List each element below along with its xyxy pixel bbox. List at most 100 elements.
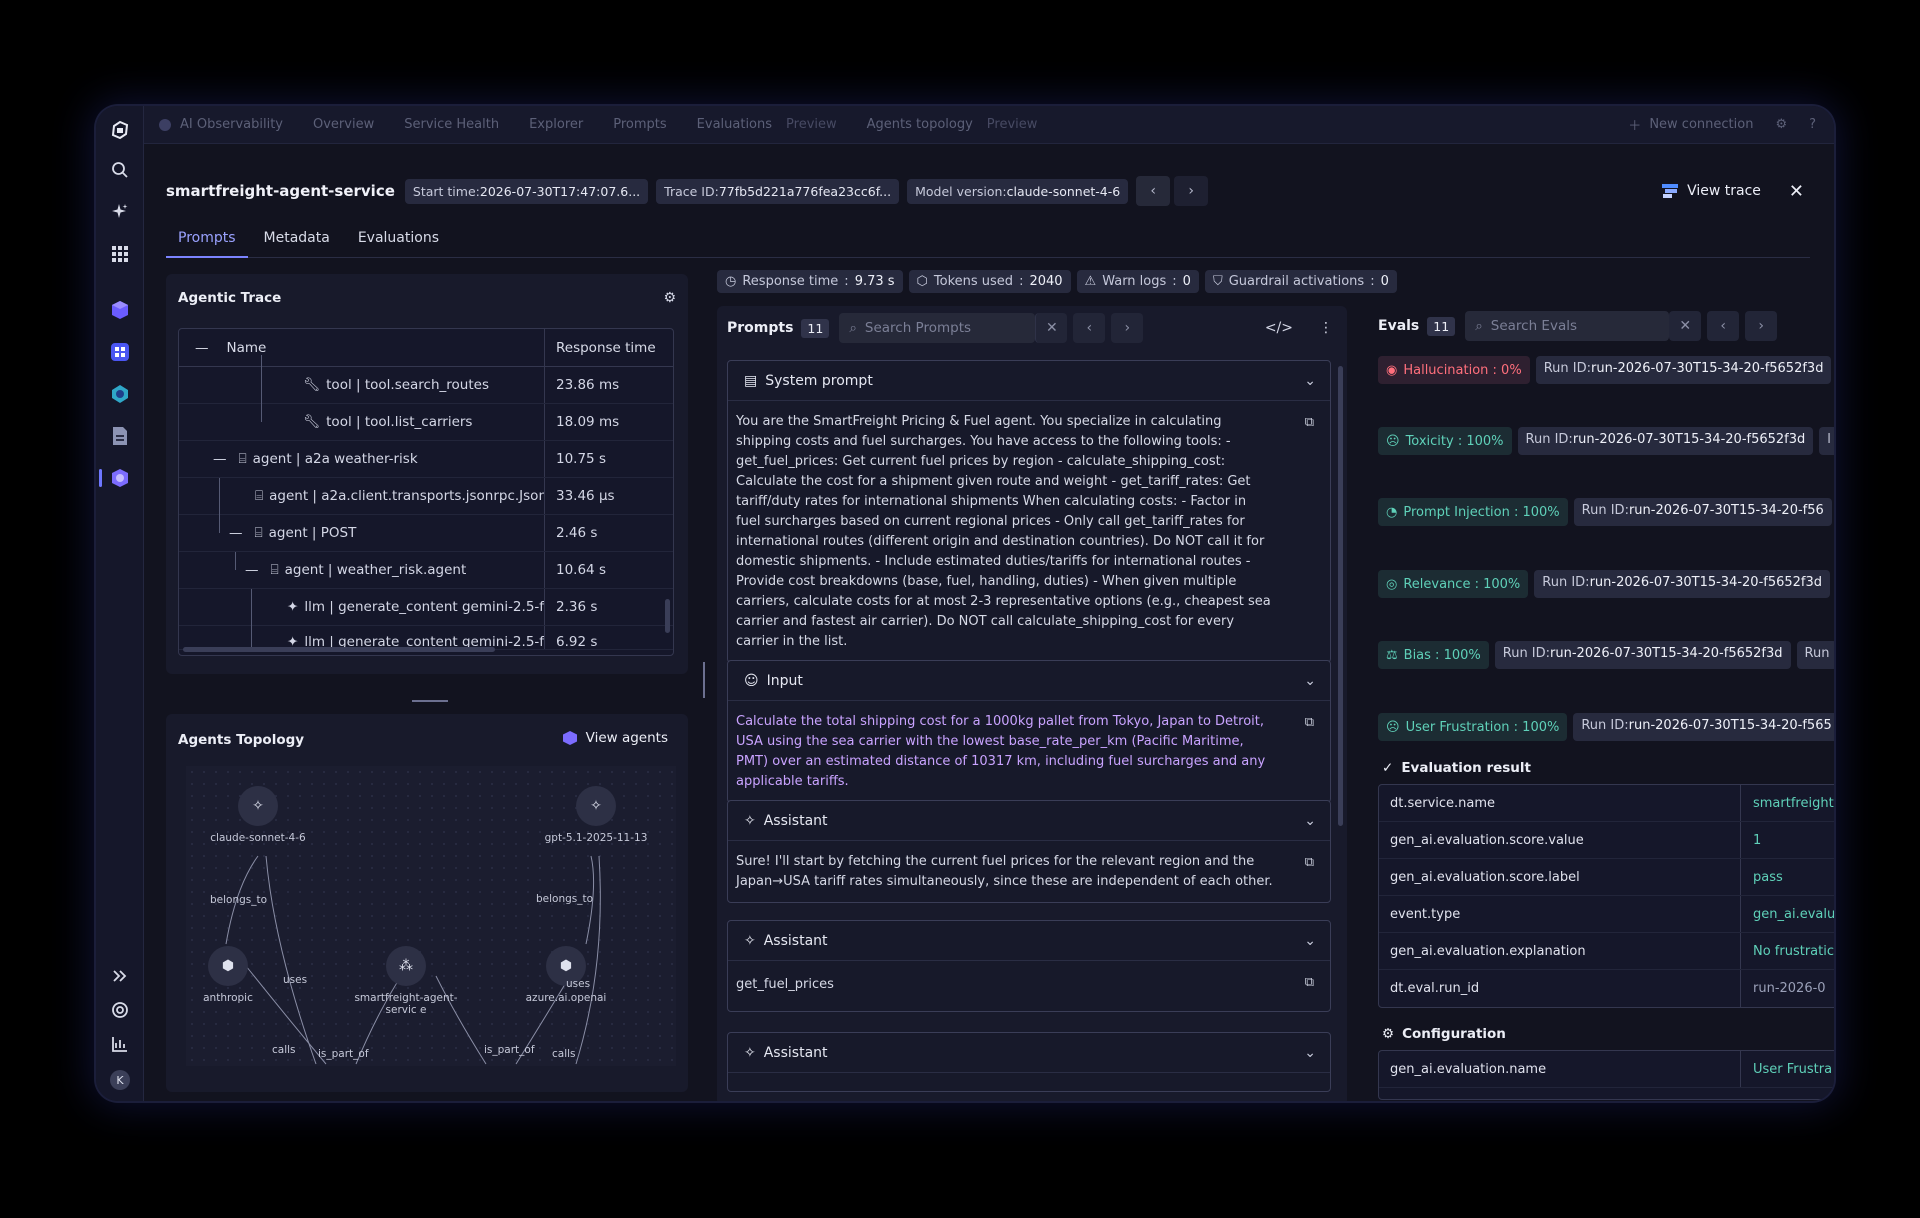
panel-resize-handle[interactable] — [412, 700, 448, 702]
table-row[interactable]: 🔧︎ tool | tool.search_routes 23.86 ms — [179, 355, 673, 404]
copy-icon[interactable]: ⧉ — [1305, 413, 1314, 433]
chevron-down-icon[interactable]: ⌄ — [1304, 1045, 1316, 1061]
eval-row[interactable]: ◎ Relevance : 100% Run ID:run-2026-07-30T… — [1378, 570, 1831, 598]
collapse-icon[interactable]: — — [245, 562, 259, 578]
settings-gear-icon[interactable]: ⚙ — [1775, 117, 1787, 132]
sparkle-icon[interactable] — [108, 200, 132, 224]
collapse-icon[interactable]: — — [229, 525, 243, 541]
nav-service-health[interactable]: Service Health — [404, 117, 499, 132]
table-row[interactable]: — ⌸ agent | POST 2.46 s — [179, 515, 673, 552]
apps-grid-icon[interactable] — [108, 242, 132, 266]
trace-icon — [1661, 183, 1679, 199]
prompts-scrollbar[interactable] — [1338, 366, 1343, 826]
service-node-smartfreight[interactable]: ⁂ — [386, 946, 426, 986]
user-avatar[interactable]: K — [108, 1068, 132, 1092]
eval-row[interactable]: ◔ Prompt Injection : 100% Run ID:run-2026… — [1378, 498, 1832, 526]
ai-observability-app-icon[interactable] — [108, 466, 132, 490]
eval-name: Prompt Injection : 100% — [1403, 504, 1560, 520]
eval-row[interactable]: ◉ Hallucination : 0% Run ID:run-2026-07-3… — [1378, 356, 1832, 384]
vertical-scrollbar[interactable] — [665, 599, 670, 633]
collapse-icon[interactable]: — — [213, 451, 227, 467]
message-header[interactable]: ✧ Assistant ⌄ — [728, 921, 1330, 961]
table-row[interactable]: ✦ llm | generate_content gemini-2.5-fla 2… — [179, 589, 673, 626]
eval-row[interactable]: ⚖ Bias : 100% Run ID:run-2026-07-30T15-34… — [1378, 641, 1834, 669]
provider-node-anthropic[interactable]: ⬢ — [208, 946, 248, 986]
trace-settings-gear-icon[interactable]: ⚙ — [663, 290, 676, 306]
message-header[interactable]: ▤ System prompt ⌄ — [728, 361, 1330, 401]
next-match-button[interactable]: › — [1111, 313, 1144, 343]
column-resize-handle[interactable] — [703, 662, 705, 698]
message-header[interactable]: ☺ Input ⌄ — [728, 661, 1330, 701]
previous-match-button[interactable]: ‹ — [1073, 313, 1106, 343]
collapse-all-icon[interactable]: — — [195, 340, 209, 356]
message-assistant: ✧ Assistant ⌄ Sure! I'll start by fetching… — [727, 800, 1331, 903]
eval-row[interactable]: ☹ User Frustration : 100% Run ID:run-2026… — [1378, 713, 1834, 741]
view-agents-button[interactable]: View agents — [562, 730, 668, 746]
tab-evaluations[interactable]: Evaluations — [346, 224, 451, 257]
next-match-button[interactable]: › — [1745, 311, 1778, 341]
table-row: dt.service.name smartfreight — [1379, 785, 1834, 822]
chevron-down-icon[interactable]: ⌄ — [1304, 933, 1316, 949]
copy-icon[interactable]: ⧉ — [1305, 713, 1314, 733]
close-icon[interactable]: ✕ — [1789, 181, 1804, 202]
search-evals-input[interactable]: ⌕ Search Evals — [1465, 311, 1670, 341]
nav-prompts[interactable]: Prompts — [613, 117, 666, 132]
chevron-down-icon[interactable]: ⌄ — [1304, 813, 1316, 829]
nav-agents-topology[interactable]: Agents topology Preview — [867, 117, 1038, 132]
clear-search-button[interactable]: ✕ — [1669, 311, 1702, 341]
eval-row[interactable]: ☹ Toxicity : 100% Run ID:run-2026-07-30T1… — [1378, 427, 1834, 455]
kubernetes-app-icon[interactable] — [108, 382, 132, 406]
more-options-icon[interactable]: ⋮ — [1319, 320, 1333, 336]
expand-icon[interactable] — [108, 964, 132, 988]
model-node-gpt[interactable]: ✧ — [576, 786, 616, 826]
chevron-down-icon[interactable]: ⌄ — [1304, 673, 1316, 689]
eval-name: User Frustration : 100% — [1405, 719, 1560, 735]
view-trace-button[interactable]: View trace — [1661, 183, 1761, 199]
help-lifebuoy-icon[interactable] — [108, 998, 132, 1022]
table-row[interactable]: — ⌸ agent | weather_risk.agent 10.64 s — [179, 552, 673, 589]
previous-trace-button[interactable]: ‹ — [1136, 176, 1171, 206]
horizontal-scrollbar[interactable] — [183, 647, 495, 652]
evaluation-result-heading[interactable]: ✓ Evaluation result — [1382, 760, 1531, 776]
search-icon[interactable] — [108, 158, 132, 182]
table-row[interactable]: 🔧︎ tool | tool.list_carriers 18.09 ms — [179, 404, 673, 441]
cube-app-icon[interactable] — [108, 298, 132, 322]
nav-explorer[interactable]: Explorer — [529, 117, 583, 132]
message-header[interactable]: ✧ Assistant ⌄ — [728, 801, 1330, 841]
app-logo-icon[interactable] — [108, 118, 132, 142]
configuration-heading[interactable]: ⚙ Configuration — [1382, 1026, 1506, 1042]
evals-count: 11 — [1427, 316, 1456, 336]
topology-graph[interactable]: ✧ claude-sonnet-4-6 ✧ gpt-5.1-2025-11-13… — [186, 766, 676, 1066]
chart-icon[interactable] — [108, 1032, 132, 1056]
model-node-claude[interactable]: ✧ — [238, 786, 278, 826]
nav-label: Explorer — [529, 117, 584, 132]
search-prompts-input[interactable]: ⌕ Search Prompts — [839, 313, 1036, 343]
copy-icon[interactable]: ⧉ — [1305, 973, 1314, 993]
help-icon[interactable]: ? — [1809, 117, 1816, 132]
view-trace-label: View trace — [1687, 183, 1761, 199]
dashboard-app-icon[interactable] — [108, 340, 132, 364]
next-trace-button[interactable]: › — [1174, 176, 1209, 206]
document-app-icon[interactable] — [108, 424, 132, 448]
previous-match-button[interactable]: ‹ — [1707, 311, 1740, 341]
new-connection-button[interactable]: ＋ New connection — [1628, 115, 1753, 134]
table-row: gen_ai.evaluation.score.value 1 — [1379, 822, 1834, 859]
message-system-prompt: ▤ System prompt ⌄ You are the SmartFreight… — [727, 360, 1331, 663]
code-view-icon[interactable]: </> — [1265, 320, 1293, 336]
llm-chat-icon: ✧ — [252, 798, 264, 814]
table-row[interactable]: — ⌸ agent | a2a weather-risk 10.75 s — [179, 441, 673, 478]
copy-icon[interactable]: ⧉ — [1305, 853, 1314, 873]
message-header[interactable]: ✧ Assistant ⌄ — [728, 1033, 1330, 1073]
close-icon: ✕ — [1679, 318, 1692, 334]
hallucination-icon: ◉ — [1386, 362, 1398, 378]
table-row[interactable]: ⌸ agent | a2a.client.transports.jsonrpc.J… — [179, 478, 673, 515]
node-label: smartfreight-agent-servic e — [354, 992, 458, 1016]
nav-overview[interactable]: Overview — [313, 117, 374, 132]
nav-ai-observability[interactable]: AI Observability — [158, 117, 283, 132]
tab-prompts[interactable]: Prompts — [166, 224, 248, 258]
clear-search-button[interactable]: ✕ — [1035, 313, 1068, 343]
tab-metadata[interactable]: Metadata — [252, 224, 342, 257]
kv-key: event.type — [1379, 896, 1741, 932]
chevron-down-icon[interactable]: ⌄ — [1304, 373, 1316, 389]
nav-evaluations[interactable]: Evaluations Preview — [697, 117, 837, 132]
